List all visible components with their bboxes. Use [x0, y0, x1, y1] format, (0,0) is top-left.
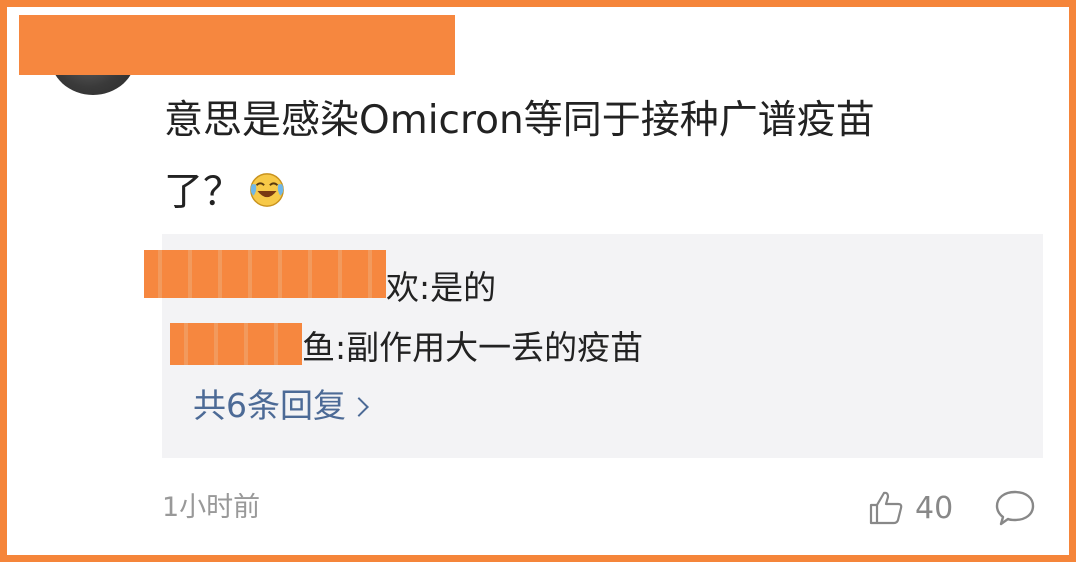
like-button[interactable]: 40	[867, 486, 953, 530]
reply-author-suffix: 欢	[386, 268, 419, 307]
redacted-username	[19, 15, 455, 75]
laughing-crying-emoji-icon	[250, 173, 284, 207]
redacted-reply-author	[144, 250, 386, 298]
like-count: 40	[915, 490, 954, 526]
comment-bubble-icon[interactable]	[993, 486, 1037, 530]
view-all-replies-label: 共6条回复	[193, 386, 346, 425]
chevron-right-icon	[349, 397, 369, 417]
redacted-reply-author	[170, 323, 302, 365]
thumbs-up-icon	[869, 491, 903, 525]
view-all-replies-link[interactable]: 共6条回复	[193, 384, 369, 428]
reply-item[interactable]: 鱼:副作用大一丢的疫苗	[302, 326, 643, 370]
reply-author-suffix: 鱼	[302, 328, 335, 367]
comment-text-line2: 了？	[164, 170, 243, 215]
reply-item[interactable]: 欢:是的	[386, 266, 496, 310]
reply-text: :是的	[419, 268, 497, 307]
timestamp: 1小时前	[162, 492, 261, 523]
screenshot-frame: 意思是感染Omicron等同于接种广谱疫苗 了？ 欢:是的 鱼:副作用大一丢的疫…	[0, 0, 1076, 562]
comment-body: 意思是感染Omicron等同于接种广谱疫苗 了？	[164, 85, 994, 229]
comment-text-line1: 意思是感染Omicron等同于接种广谱疫苗	[164, 98, 875, 143]
reply-text: :副作用大一丢的疫苗	[335, 328, 644, 367]
